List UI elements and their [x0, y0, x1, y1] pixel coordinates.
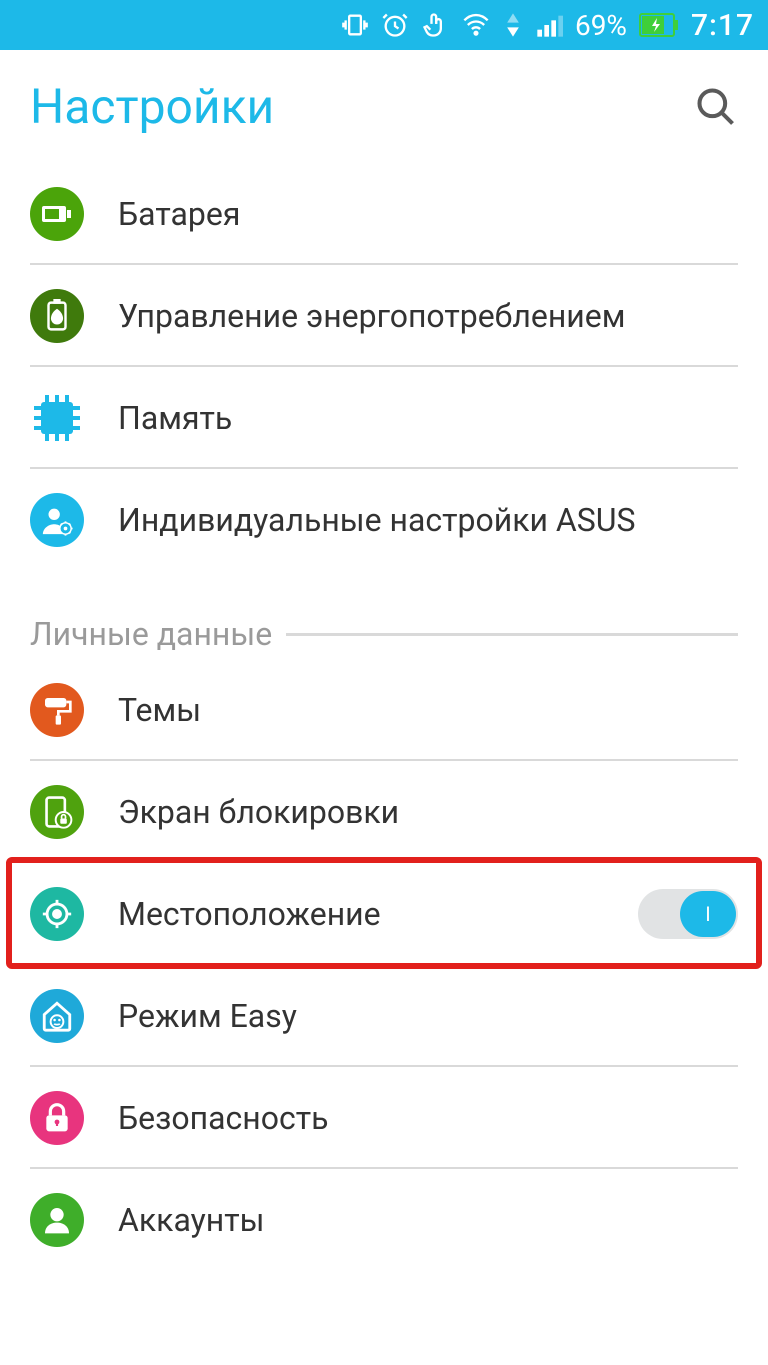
power-mgmt-icon — [30, 289, 84, 343]
alarm-icon — [381, 11, 409, 39]
item-battery[interactable]: Батарея — [0, 163, 768, 265]
item-easy-mode[interactable]: Режим Easy — [0, 965, 768, 1067]
wifi-icon — [461, 11, 491, 39]
lockscreen-icon — [30, 785, 84, 839]
section-header-personal: Личные данные — [0, 575, 768, 659]
battery-icon — [30, 187, 84, 241]
user-icon — [30, 1193, 84, 1247]
item-label: Управление энергопотреблением — [118, 297, 738, 335]
item-asus-settings[interactable]: Индивидуальные настройки ASUS — [0, 469, 768, 575]
item-label: Индивидуальные настройки ASUS — [118, 501, 738, 539]
toggle-knob-on: I — [680, 891, 736, 937]
item-label: Темы — [118, 691, 738, 729]
search-button[interactable] — [694, 85, 738, 129]
memory-icon — [30, 391, 84, 445]
item-label: Аккаунты — [118, 1201, 738, 1239]
item-lockscreen[interactable]: Экран блокировки — [0, 761, 768, 863]
section-header-label: Личные данные — [30, 615, 272, 653]
item-label: Местоположение — [118, 895, 638, 933]
item-label: Экран блокировки — [118, 793, 738, 831]
home-smile-icon — [30, 989, 84, 1043]
vibrate-icon — [341, 11, 369, 39]
location-target-icon — [30, 887, 84, 941]
item-label: Батарея — [118, 195, 738, 233]
item-location[interactable]: Местоположение I — [0, 863, 768, 965]
asus-user-icon — [30, 493, 84, 547]
item-label: Безопасность — [118, 1099, 738, 1137]
touch-icon — [421, 11, 449, 39]
paint-roller-icon — [30, 683, 84, 737]
lock-icon — [30, 1091, 84, 1145]
item-themes[interactable]: Темы — [0, 659, 768, 761]
item-accounts[interactable]: Аккаунты — [0, 1169, 768, 1257]
data-icon — [503, 11, 523, 39]
item-security[interactable]: Безопасность — [0, 1067, 768, 1169]
app-header: Настройки — [0, 50, 768, 153]
battery-charging-icon — [639, 13, 679, 37]
clock: 7:17 — [691, 8, 754, 43]
battery-percent: 69% — [575, 9, 627, 42]
status-bar: 69% 7:17 — [0, 0, 768, 50]
location-toggle[interactable]: I — [638, 889, 738, 939]
item-label: Память — [118, 399, 738, 437]
settings-list: Батарея Управление энергопотреблением — [0, 153, 768, 1257]
item-power-management[interactable]: Управление энергопотреблением — [0, 265, 768, 367]
signal-icon — [535, 11, 563, 39]
divider — [286, 633, 738, 636]
item-memory[interactable]: Память — [0, 367, 768, 469]
item-label: Режим Easy — [118, 997, 738, 1035]
page-title: Настройки — [30, 78, 694, 135]
